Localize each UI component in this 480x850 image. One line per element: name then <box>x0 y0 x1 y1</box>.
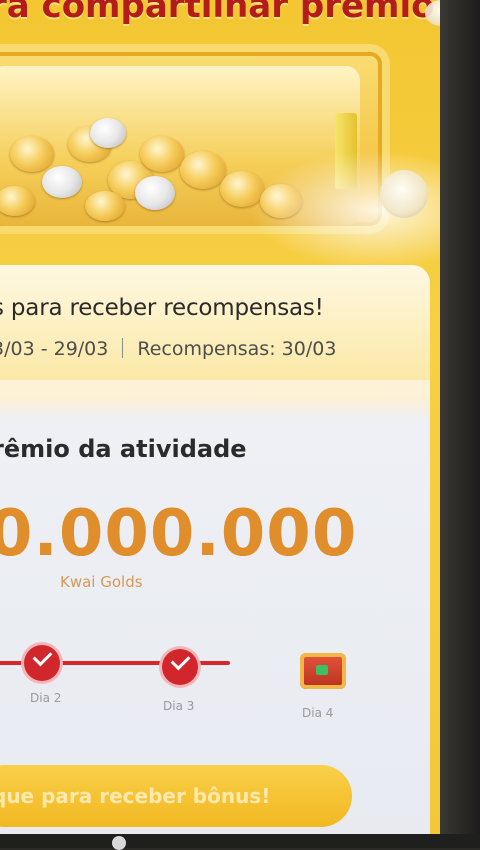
day-2-dot <box>24 645 60 681</box>
check-icon <box>32 646 53 667</box>
receive-bonus-button[interactable]: que para receber bônus! <box>0 765 352 827</box>
banner-title: ra compartilhar prêmio <box>0 0 435 26</box>
activity-dates: 3/03 - 29/03 <box>0 338 109 360</box>
prize-unit: Kwai Golds <box>60 573 143 591</box>
gift-chest-icon[interactable] <box>300 653 346 689</box>
floating-coin-icon <box>380 170 428 218</box>
activity-card: s para receber recompensas! 3/03 - 29/03… <box>0 265 430 838</box>
date-separator <box>122 338 124 358</box>
rewards-date: Recompensas: 30/03 <box>137 338 337 360</box>
date-row: 3/03 - 29/03 Recompensas: 30/03 <box>0 338 336 360</box>
silver-coin-icon <box>135 176 175 210</box>
gold-coin-icon <box>0 186 35 216</box>
app-screen: ra compartilhar prêmio s para receber re… <box>0 0 455 838</box>
gold-coin-icon <box>180 151 226 189</box>
day-3-label: Dia 3 <box>163 699 195 713</box>
light-glow <box>250 150 455 270</box>
day-4-label: Dia 4 <box>302 706 334 720</box>
silver-coin-icon <box>42 166 82 198</box>
prize-amount: 0.000.000 <box>0 497 358 571</box>
check-icon <box>170 650 191 671</box>
gold-coin-icon <box>140 136 184 172</box>
card-headline: s para receber recompensas! <box>0 295 324 321</box>
day-3-dot <box>162 649 198 685</box>
device-bezel-bottom <box>0 834 480 850</box>
device-bezel-right <box>440 0 480 848</box>
silver-coin-icon <box>90 118 126 148</box>
prize-section-title: rêmio da atividade <box>0 435 247 463</box>
day-2-label: Dia 2 <box>30 691 62 705</box>
card-header: s para receber recompensas! 3/03 - 29/03… <box>0 265 430 380</box>
gift-gem <box>316 665 328 675</box>
gold-coin-icon <box>85 191 125 221</box>
gold-coin-icon <box>10 136 54 172</box>
